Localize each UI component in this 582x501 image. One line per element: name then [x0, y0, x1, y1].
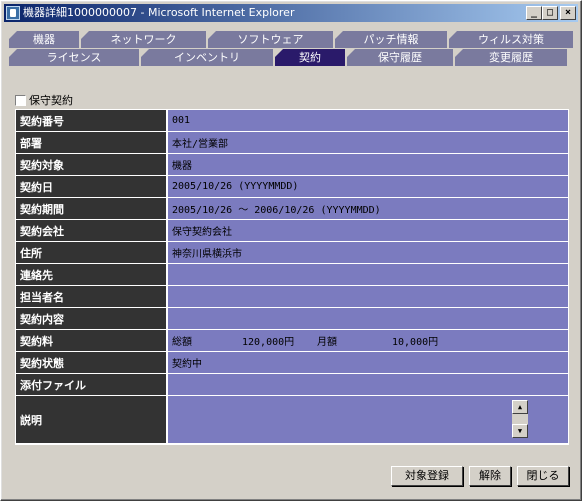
maintenance-contract-label: 保守契約: [29, 94, 73, 107]
value-period: 2005/10/26 〜 2006/10/26 (YYYYMMDD): [168, 198, 568, 219]
ie-icon: [6, 6, 20, 20]
tab-row-1: 機器 ネットワーク ソフトウェア パッチ情報 ウィルス対策: [9, 31, 575, 48]
maintenance-contract-option[interactable]: 保守契約: [15, 93, 73, 107]
label-content: 契約内容: [16, 308, 166, 329]
tab-maintenance-history[interactable]: 保守履歴: [347, 49, 453, 66]
maximize-button[interactable]: □: [542, 6, 558, 20]
row-description: 説明 ▲ ▼: [16, 396, 568, 443]
close-button[interactable]: 閉じる: [517, 466, 569, 486]
row-address: 住所 神奈川県横浜市: [16, 242, 568, 263]
row-person: 担当者名: [16, 286, 568, 307]
value-address: 神奈川県横浜市: [168, 242, 568, 263]
value-contact: [168, 264, 568, 285]
row-period: 契約期間 2005/10/26 〜 2006/10/26 (YYYYMMDD): [16, 198, 568, 219]
value-fee: 総額 120,000円 月額 10,000円: [168, 330, 568, 351]
label-department: 部署: [16, 132, 166, 153]
label-person: 担当者名: [16, 286, 166, 307]
row-company: 契約会社 保守契約会社: [16, 220, 568, 241]
footer-buttons: 対象登録 解除 閉じる: [391, 466, 569, 486]
tab-software[interactable]: ソフトウェア: [208, 31, 333, 48]
scroll-up-arrow-icon[interactable]: ▲: [512, 400, 528, 414]
row-content: 契約内容: [16, 308, 568, 329]
window-title: 機器詳細1000000007 - Microsoft Internet Expl…: [23, 6, 295, 19]
value-date: 2005/10/26 (YYYYMMDD): [168, 176, 568, 197]
fee-total-value: 120,000円: [242, 337, 295, 348]
value-status: 契約中: [168, 352, 568, 373]
fee-monthly-value: 10,000円: [392, 337, 439, 348]
row-date: 契約日 2005/10/26 (YYYYMMDD): [16, 176, 568, 197]
value-department: 本社/営業部: [168, 132, 568, 153]
contract-detail-table: 契約番号 001 部署 本社/営業部 契約対象 機器 契約日 2005/10/2…: [15, 109, 569, 445]
description-scrollbar[interactable]: ▲ ▼: [512, 400, 528, 438]
close-window-button[interactable]: ×: [560, 6, 576, 20]
tab-device[interactable]: 機器: [9, 31, 79, 48]
label-company: 契約会社: [16, 220, 166, 241]
tab-network[interactable]: ネットワーク: [81, 31, 206, 48]
tab-bar: 機器 ネットワーク ソフトウェア パッチ情報 ウィルス対策 ライセンス インベン…: [9, 31, 575, 67]
label-date: 契約日: [16, 176, 166, 197]
label-target: 契約対象: [16, 154, 166, 175]
fee-total-label: 総額: [172, 337, 192, 348]
value-target: 機器: [168, 154, 568, 175]
register-target-button[interactable]: 対象登録: [391, 466, 463, 486]
tab-change-history[interactable]: 変更履歴: [455, 49, 567, 66]
minimize-button[interactable]: _: [526, 6, 542, 20]
value-description[interactable]: ▲ ▼: [168, 396, 568, 443]
tab-patch-info[interactable]: パッチ情報: [335, 31, 447, 48]
row-contract-no: 契約番号 001: [16, 110, 568, 131]
value-person: [168, 286, 568, 307]
label-status: 契約状態: [16, 352, 166, 373]
tab-inventory[interactable]: インベントリ: [141, 49, 273, 66]
release-button[interactable]: 解除: [469, 466, 511, 486]
title-bar[interactable]: 機器詳細1000000007 - Microsoft Internet Expl…: [4, 4, 578, 22]
tab-contract[interactable]: 契約: [275, 49, 345, 66]
row-fee: 契約料 総額 120,000円 月額 10,000円: [16, 330, 568, 351]
maintenance-contract-checkbox[interactable]: [15, 94, 26, 106]
label-attachment: 添付ファイル: [16, 374, 166, 395]
row-contact: 連絡先: [16, 264, 568, 285]
scroll-down-arrow-icon[interactable]: ▼: [512, 424, 528, 438]
value-contract-no: 001: [168, 110, 568, 131]
tab-license[interactable]: ライセンス: [9, 49, 139, 66]
row-status: 契約状態 契約中: [16, 352, 568, 373]
label-contact: 連絡先: [16, 264, 166, 285]
browser-window: 機器詳細1000000007 - Microsoft Internet Expl…: [0, 0, 582, 501]
label-period: 契約期間: [16, 198, 166, 219]
label-contract-no: 契約番号: [16, 110, 166, 131]
value-company: 保守契約会社: [168, 220, 568, 241]
tab-row-2: ライセンス インベントリ 契約 保守履歴 変更履歴: [9, 49, 575, 66]
fee-monthly-label: 月額: [317, 337, 337, 348]
label-fee: 契約料: [16, 330, 166, 351]
row-attachment: 添付ファイル: [16, 374, 568, 395]
label-description: 説明: [16, 396, 166, 443]
tab-antivirus[interactable]: ウィルス対策: [449, 31, 573, 48]
row-department: 部署 本社/営業部: [16, 132, 568, 153]
value-attachment: [168, 374, 568, 395]
label-address: 住所: [16, 242, 166, 263]
value-content: [168, 308, 568, 329]
row-target: 契約対象 機器: [16, 154, 568, 175]
